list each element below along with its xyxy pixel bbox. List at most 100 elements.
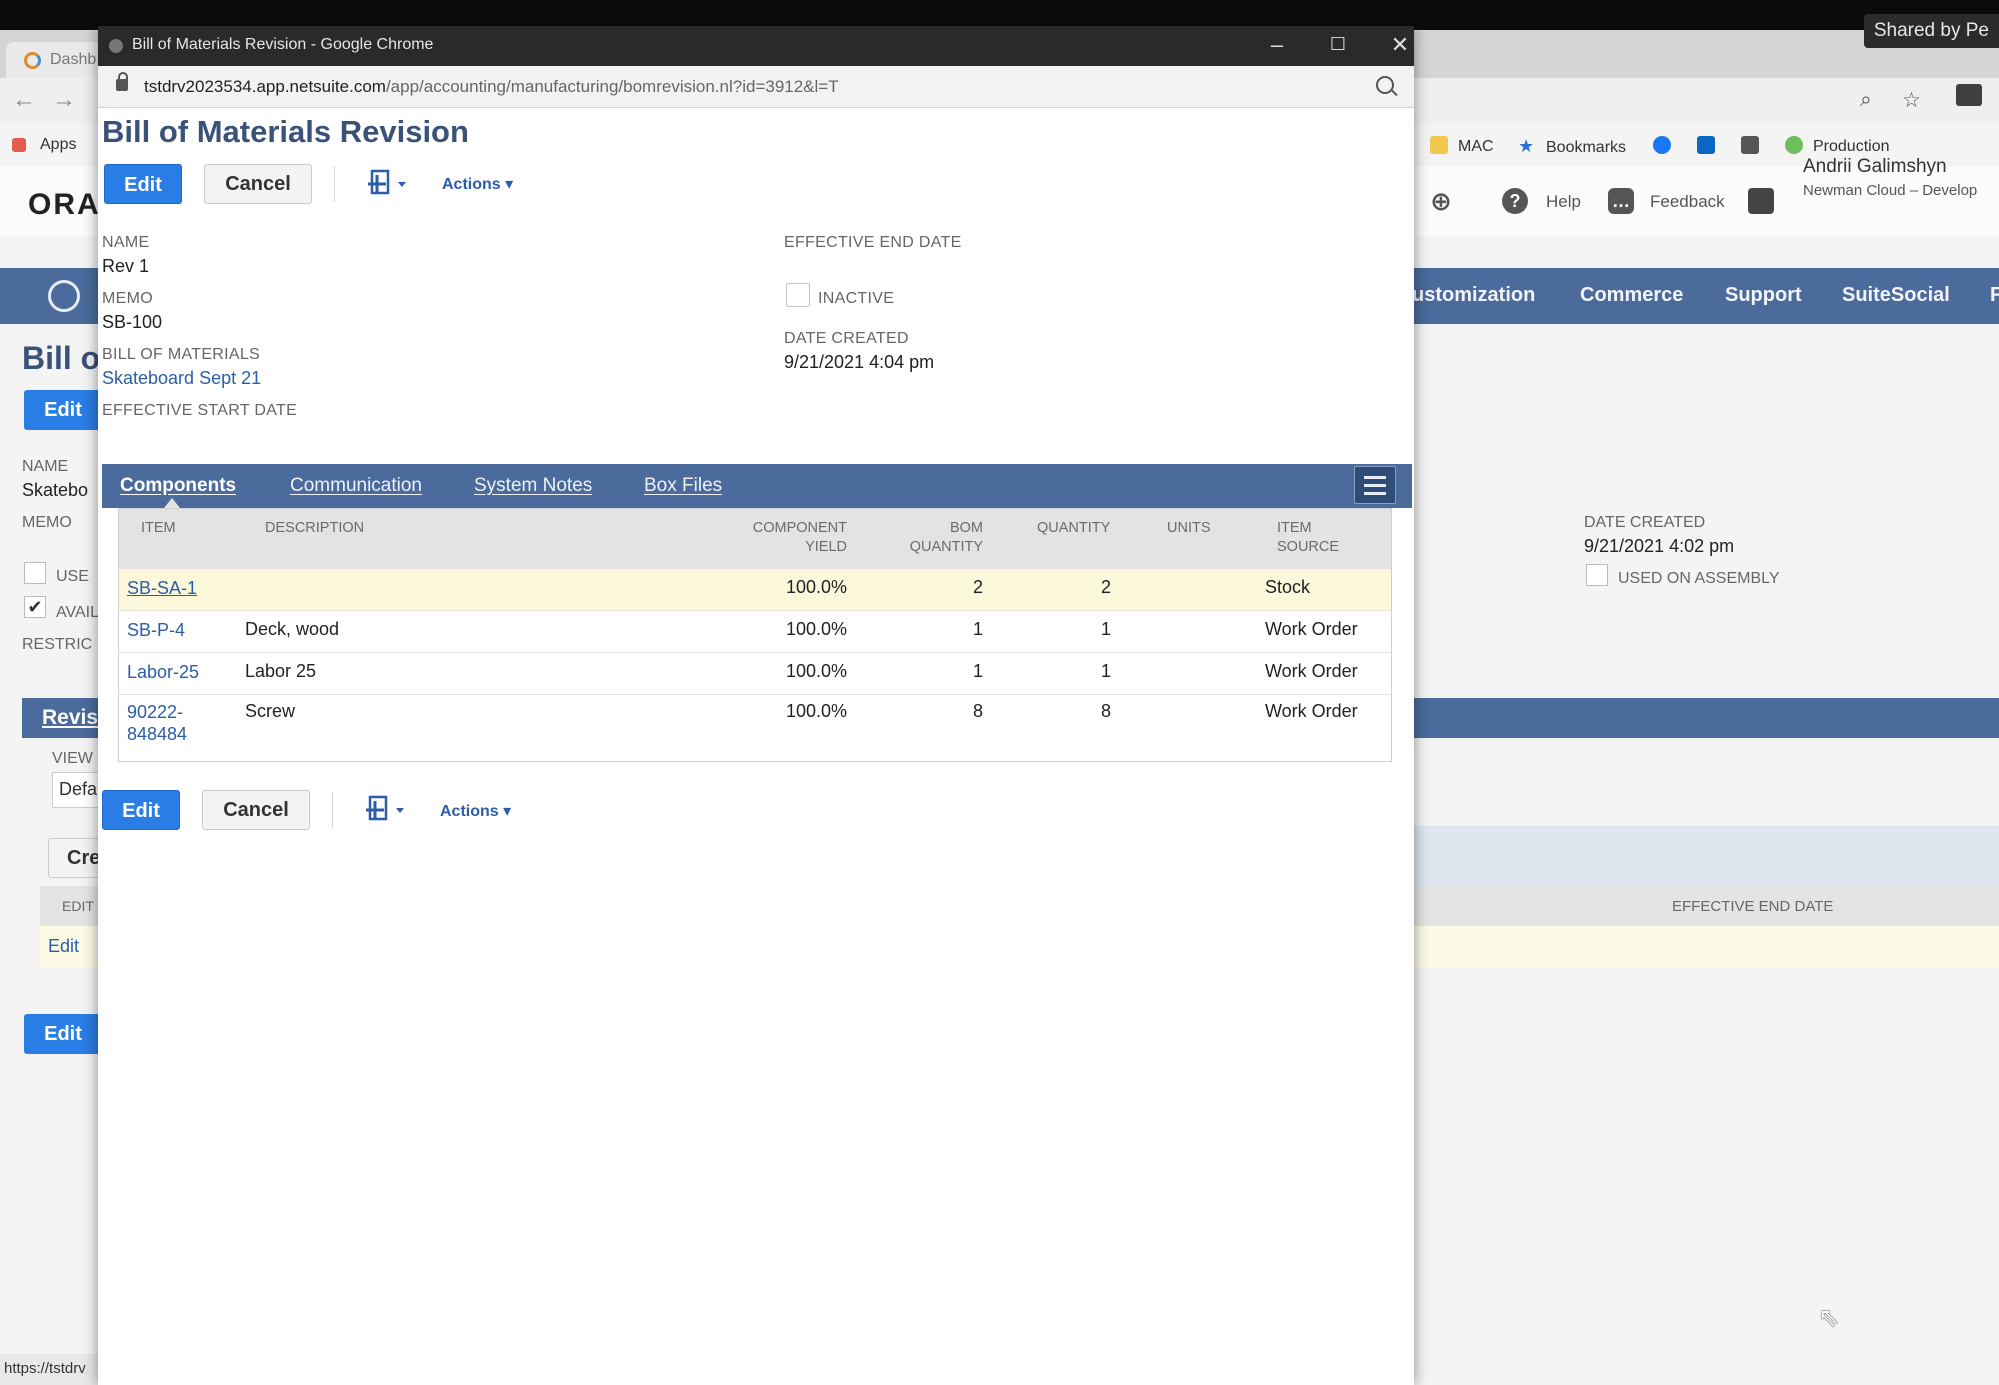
profile-icon[interactable] <box>1956 84 1982 106</box>
table-row[interactable]: 90222- 848484 Screw 100.0% 8 8 Work Order <box>119 695 1391 761</box>
apps-grid-icon <box>12 138 26 152</box>
background-avail-checkbox[interactable]: ✔ <box>24 596 46 618</box>
menu-suitesocial[interactable]: SuiteSocial <box>1842 284 1950 307</box>
row-item-source: Work Order <box>1265 701 1358 721</box>
feedback-icon[interactable]: … <box>1608 188 1634 214</box>
menu-more[interactable]: F <box>1990 284 1999 307</box>
tab-components[interactable]: Components <box>120 475 236 497</box>
bookmarks-folder[interactable]: ★ Bookmarks <box>1518 136 1626 157</box>
table-row[interactable]: Labor-25 Labor 25 100.0% 1 1 Work Order <box>119 653 1391 695</box>
background-page-title: Bill o <box>22 340 101 376</box>
user-name[interactable]: Andrii Galimshyn <box>1803 156 1947 178</box>
bottom-actions-menu[interactable]: Actions ▾ <box>440 801 511 821</box>
mac-bookmark[interactable]: MAC <box>1430 136 1494 156</box>
row-bom-quantity: 2 <box>972 577 983 597</box>
mouse-cursor-icon: ⇖ <box>1818 1302 1840 1332</box>
popup-title-bar: Bill of Materials Revision - Google Chro… <box>98 26 1414 66</box>
background-tab-label: Dashb <box>50 51 97 68</box>
minimize-icon[interactable]: – <box>1257 32 1297 58</box>
facebook-bookmark[interactable] <box>1653 136 1681 156</box>
help-icon[interactable]: ? <box>1502 188 1528 214</box>
bottom-edit-button[interactable]: Edit <box>102 790 180 830</box>
feedback-link[interactable]: Feedback <box>1650 192 1725 212</box>
table-row[interactable]: SB-SA-1 100.0% 2 2 Stock <box>119 569 1391 611</box>
date-created-value: 9/21/2021 4:04 pm <box>784 352 935 372</box>
recent-records-icon[interactable] <box>48 280 80 312</box>
gs-bookmark[interactable] <box>1741 136 1769 156</box>
row-item-link[interactable]: 90222- 848484 <box>127 701 187 745</box>
components-grid: ITEM DESCRIPTION COMPONENT YIELD BOM QUANT… <box>118 508 1392 762</box>
edit-button[interactable]: Edit <box>104 164 182 204</box>
background-view-label: VIEW <box>52 750 93 767</box>
background-list-edit-header: EDIT <box>62 898 94 914</box>
back-arrow-icon[interactable]: ← <box>12 86 36 114</box>
name-value: Rev 1 <box>102 256 150 276</box>
background-used-on-assembly-label: USED ON ASSEMBLY <box>1618 570 1780 587</box>
grid-header: ITEM DESCRIPTION COMPONENT YIELD BOM QUANT… <box>119 509 1391 569</box>
memo-value: SB-100 <box>102 312 163 332</box>
background-edit-button[interactable]: Edit <box>24 390 102 430</box>
row-item-link[interactable]: SB-SA-1 <box>127 577 197 599</box>
inactive-checkbox[interactable] <box>786 283 810 307</box>
row-item-link-line1: 90222- <box>127 702 184 722</box>
header-bom-quantity-line2: QUANTITY <box>909 539 983 555</box>
production-bookmark-label: Production <box>1813 138 1890 155</box>
new-record-icon[interactable] <box>368 168 410 198</box>
table-row[interactable]: SB-P-4 Deck, wood 100.0% 1 1 Work Order <box>119 611 1391 653</box>
menu-customization[interactable]: ustomization <box>1412 284 1535 307</box>
url-host: tstdrv2023534.app.netsuite.com <box>144 77 386 96</box>
tab-box-files[interactable]: Box Files <box>644 475 722 497</box>
row-item-link[interactable]: Labor-25 <box>127 661 199 683</box>
maximize-icon[interactable]: ☐ <box>1318 34 1358 55</box>
bill-of-materials-label: BILL OF MATERIALS <box>102 346 261 363</box>
header-item-source: ITEM SOURCE <box>1277 519 1339 557</box>
forward-arrow-icon[interactable]: → <box>52 86 76 114</box>
close-icon[interactable]: ✕ <box>1380 32 1414 58</box>
zoom-icon[interactable] <box>1376 76 1394 94</box>
mac-bookmark-label: MAC <box>1458 138 1494 155</box>
tab-system-notes[interactable]: System Notes <box>474 475 592 497</box>
apps-bookmark[interactable]: Apps <box>12 136 76 154</box>
header-bom-quantity: BOM QUANTITY <box>879 519 983 557</box>
date-created-label: DATE CREATED <box>784 330 909 347</box>
row-bom-quantity: 8 <box>972 701 983 721</box>
row-yield: 100.0% <box>785 701 847 721</box>
bill-of-materials-link[interactable]: Skateboard Sept 21 <box>102 368 261 389</box>
tab-communication[interactable]: Communication <box>290 475 422 497</box>
bottom-new-record-icon[interactable] <box>366 794 408 824</box>
bookmarks-folder-label: Bookmarks <box>1546 139 1627 156</box>
bookmark-star-icon[interactable]: ☆ <box>1902 88 1921 113</box>
row-item-link[interactable]: SB-P-4 <box>127 619 185 641</box>
subtab-bar: Components Communication System Notes Bo… <box>102 464 1412 508</box>
background-revisions-tab[interactable]: Revis <box>42 706 98 730</box>
bottom-cancel-button[interactable]: Cancel <box>202 790 310 830</box>
row-yield: 100.0% <box>785 577 847 597</box>
row-item-link-line2: 848484 <box>127 724 188 744</box>
memo-label: MEMO <box>102 290 153 307</box>
background-used-on-assembly-checkbox[interactable] <box>1586 564 1608 586</box>
cancel-button[interactable]: Cancel <box>204 164 312 204</box>
effective-end-date-label: EFFECTIVE END DATE <box>784 234 962 251</box>
popup-url[interactable]: tstdrv2023534.app.netsuite.com/app/accou… <box>144 77 839 97</box>
production-bookmark[interactable]: Production <box>1785 136 1890 156</box>
facebook-icon <box>1653 136 1671 154</box>
help-link[interactable]: Help <box>1546 192 1581 212</box>
row-quantity: 1 <box>1100 619 1111 639</box>
list-view-menu-icon[interactable] <box>1354 466 1396 504</box>
popup-window: Bill of Materials Revision - Google Chro… <box>98 26 1414 1385</box>
linkedin-bookmark[interactable] <box>1697 136 1725 156</box>
zoom-search-icon[interactable]: ⌕ <box>1860 88 1872 112</box>
background-bottom-edit-button[interactable]: Edit <box>24 1014 102 1054</box>
create-new-icon[interactable]: ⊕ <box>1428 188 1454 214</box>
popup-address-bar[interactable]: tstdrv2023534.app.netsuite.com/app/accou… <box>98 66 1414 108</box>
menu-commerce[interactable]: Commerce <box>1580 284 1683 307</box>
page-title: Bill of Materials Revision <box>102 114 469 149</box>
oracle-logo: ORA <box>28 188 101 221</box>
roles-icon[interactable] <box>1748 188 1774 214</box>
background-use-checkbox[interactable] <box>24 562 46 584</box>
menu-support[interactable]: Support <box>1725 284 1802 307</box>
background-list-edit-link[interactable]: Edit <box>48 936 79 957</box>
background-date-created-label: DATE CREATED <box>1584 514 1706 531</box>
background-use-label: USE <box>56 568 89 585</box>
actions-menu[interactable]: Actions ▾ <box>442 174 513 194</box>
